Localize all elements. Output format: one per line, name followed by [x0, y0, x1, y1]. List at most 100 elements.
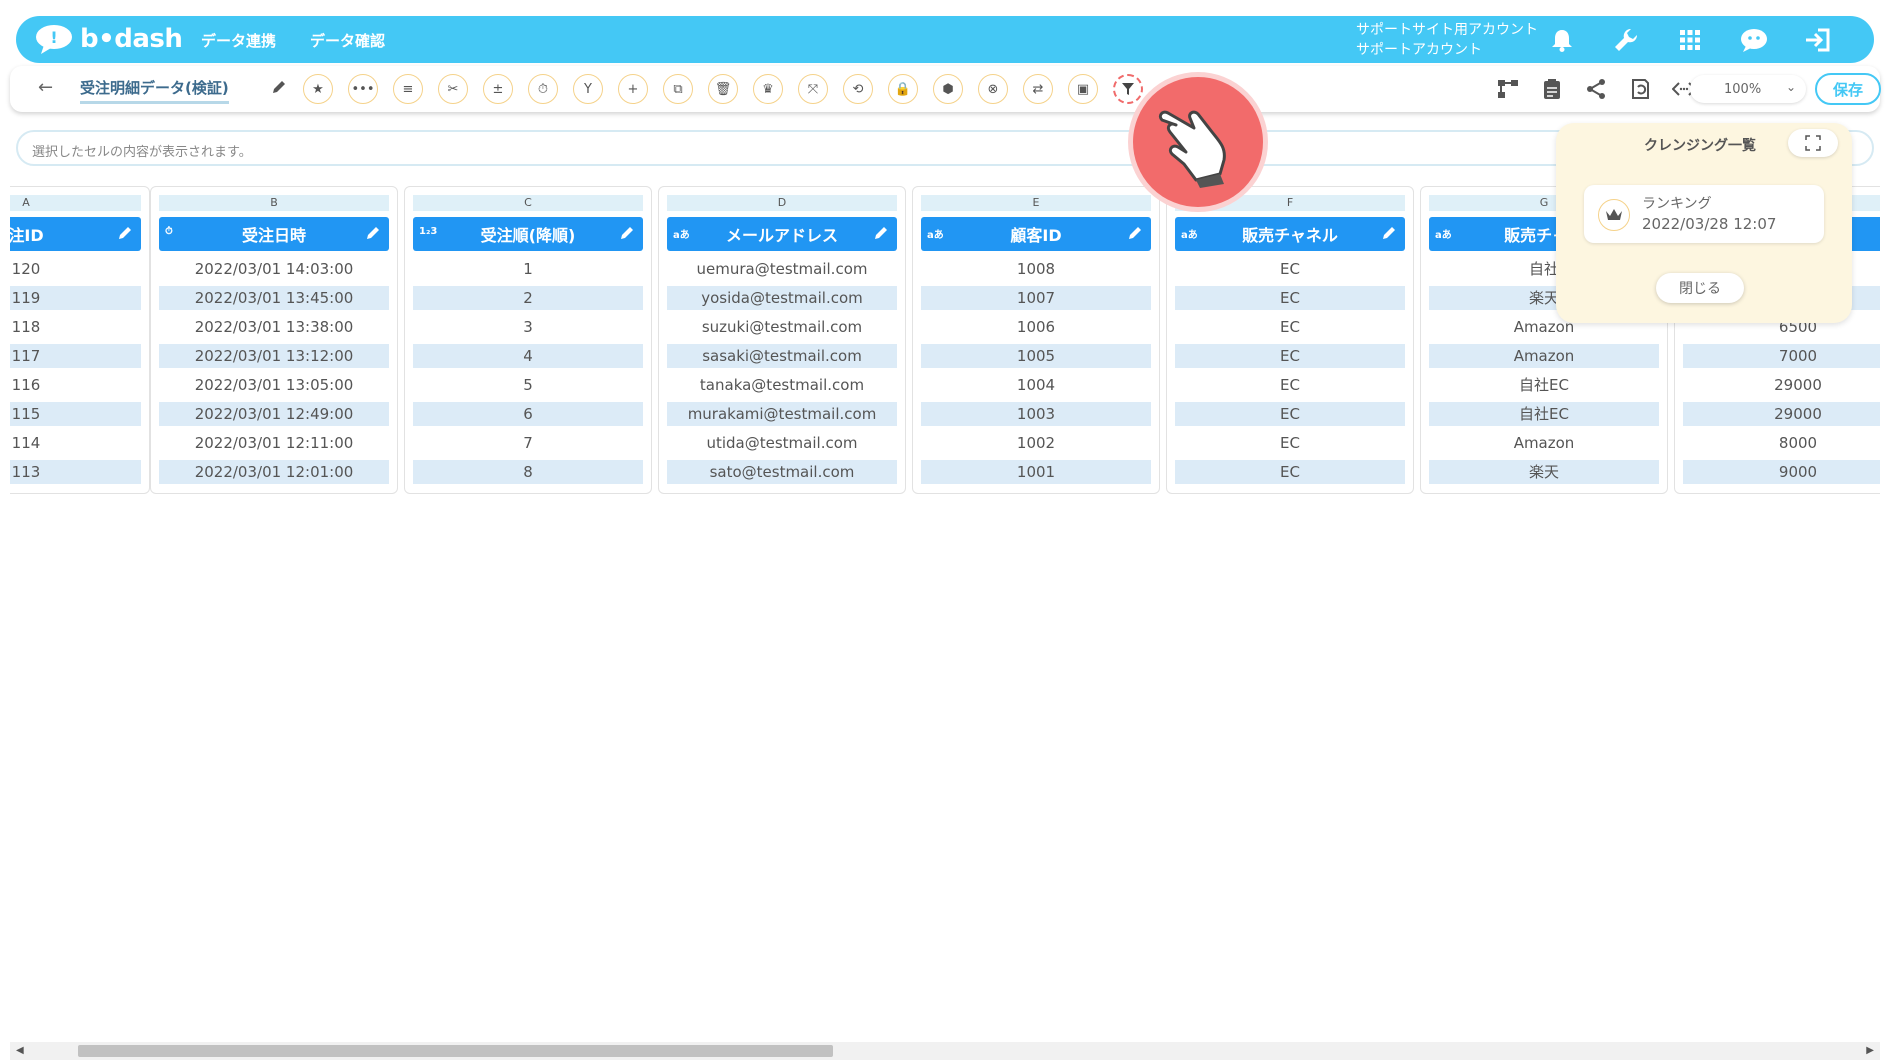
delete-icon[interactable]: 🗑	[708, 74, 738, 104]
table-cell[interactable]: 113	[10, 460, 141, 484]
table-cell[interactable]: EC	[1175, 344, 1405, 368]
table-cell[interactable]: 2022/03/01 12:11:00	[159, 431, 389, 455]
table-cell[interactable]: 1006	[921, 315, 1151, 339]
back-arrow-icon[interactable]: ←	[38, 77, 53, 98]
frame-icon[interactable]: ▣	[1068, 74, 1098, 104]
table-cell[interactable]: 1	[413, 257, 643, 281]
table-cell[interactable]: EC	[1175, 402, 1405, 426]
table-cell[interactable]: 120	[10, 257, 141, 281]
table-cell[interactable]: 2022/03/01 13:12:00	[159, 344, 389, 368]
edit-column-icon[interactable]	[1381, 225, 1397, 241]
table-cell[interactable]: 2022/03/01 12:01:00	[159, 460, 389, 484]
bdash-logo[interactable]: ! b•dash	[34, 23, 183, 55]
save-button[interactable]: 保存	[1815, 73, 1881, 105]
table-cell[interactable]: 114	[10, 431, 141, 455]
table-cell[interactable]: 118	[10, 315, 141, 339]
table-cell[interactable]: 119	[10, 286, 141, 310]
column-header[interactable]: 注ID	[10, 217, 141, 251]
fullscreen-button[interactable]	[1788, 129, 1838, 157]
table-cell[interactable]: yosida@testmail.com	[667, 286, 897, 310]
table-cell[interactable]: suzuki@testmail.com	[667, 315, 897, 339]
horizontal-scrollbar[interactable]: ◀ ▶	[10, 1042, 1880, 1060]
column-letter[interactable]: E	[921, 195, 1151, 211]
edit-column-icon[interactable]	[365, 225, 381, 241]
table-cell[interactable]: 8	[413, 460, 643, 484]
table-cell[interactable]: 2022/03/01 14:03:00	[159, 257, 389, 281]
table-cell[interactable]: uemura@testmail.com	[667, 257, 897, 281]
table-cell[interactable]: EC	[1175, 431, 1405, 455]
repeat-icon[interactable]: ⟲	[843, 74, 873, 104]
zoom-select[interactable]: 100% ⌄	[1690, 75, 1806, 103]
column-letter[interactable]: B	[159, 195, 389, 211]
edit-column-icon[interactable]	[1127, 225, 1143, 241]
scroll-right-icon[interactable]: ▶	[1866, 1045, 1874, 1056]
table-cell[interactable]: sasaki@testmail.com	[667, 344, 897, 368]
text-lines-icon[interactable]: ≡	[393, 74, 423, 104]
timer-icon[interactable]: ⏱	[528, 74, 558, 104]
table-cell[interactable]: 1008	[921, 257, 1151, 281]
table-cell[interactable]: 楽天	[1429, 460, 1659, 484]
table-cell[interactable]: 2022/03/01 13:45:00	[159, 286, 389, 310]
column-header[interactable]: ⏱ 受注日時	[159, 217, 389, 251]
table-cell[interactable]: 1002	[921, 431, 1151, 455]
table-cell[interactable]: Amazon	[1429, 344, 1659, 368]
support-chat-icon[interactable]	[1738, 24, 1770, 56]
table-cell[interactable]: 29000	[1683, 402, 1880, 426]
table-cell[interactable]: 115	[10, 402, 141, 426]
table-cell[interactable]: 116	[10, 373, 141, 397]
table-cell[interactable]: 9000	[1683, 460, 1880, 484]
expand-arrows-icon[interactable]: ⤧	[798, 74, 828, 104]
table-cell[interactable]: 1005	[921, 344, 1151, 368]
clipboard-icon[interactable]	[1539, 76, 1565, 102]
flow-chart-icon[interactable]	[1495, 76, 1521, 102]
lock-icon[interactable]: 🔒	[888, 74, 918, 104]
table-cell[interactable]: 4	[413, 344, 643, 368]
table-cell[interactable]: 5	[413, 373, 643, 397]
calculate-icon[interactable]: ±	[483, 74, 513, 104]
table-cell[interactable]: utida@testmail.com	[667, 431, 897, 455]
scrollbar-thumb[interactable]	[78, 1045, 833, 1057]
bell-icon[interactable]	[1546, 24, 1578, 56]
table-cell[interactable]: murakami@testmail.com	[667, 402, 897, 426]
nav-data-check[interactable]: データ確認	[310, 30, 385, 51]
table-cell[interactable]: 自社EC	[1429, 402, 1659, 426]
table-cell[interactable]: 7	[413, 431, 643, 455]
column-letter[interactable]: C	[413, 195, 643, 211]
edit-column-icon[interactable]	[619, 225, 635, 241]
table-cell[interactable]: 2022/03/01 12:49:00	[159, 402, 389, 426]
edit-column-icon[interactable]	[117, 225, 133, 241]
table-cell[interactable]: 7000	[1683, 344, 1880, 368]
cleansing-item[interactable]: ランキング 2022/03/28 12:07	[1584, 185, 1824, 243]
apps-grid-icon[interactable]	[1674, 24, 1706, 56]
column-header[interactable]: 1₂3 受注順(降順)	[413, 217, 643, 251]
table-cell[interactable]: 自社EC	[1429, 373, 1659, 397]
cancel-circle-icon[interactable]: ⊗	[978, 74, 1008, 104]
table-cell[interactable]: 1001	[921, 460, 1151, 484]
history-icon[interactable]	[1627, 76, 1653, 102]
edit-column-icon[interactable]	[873, 225, 889, 241]
account-info[interactable]: サポートサイト用アカウント サポートアカウント	[1356, 20, 1538, 60]
table-cell[interactable]: 2022/03/01 13:05:00	[159, 373, 389, 397]
wrench-icon[interactable]	[1610, 24, 1642, 56]
table-cell[interactable]: Amazon	[1429, 431, 1659, 455]
table-cell[interactable]: 29000	[1683, 373, 1880, 397]
table-cell[interactable]: 8000	[1683, 431, 1880, 455]
scissors-icon[interactable]: ✂	[438, 74, 468, 104]
favorite-star-icon[interactable]: ★	[303, 74, 333, 104]
table-cell[interactable]: EC	[1175, 373, 1405, 397]
logout-icon[interactable]	[1802, 24, 1834, 56]
table-cell[interactable]: 2022/03/01 13:38:00	[159, 315, 389, 339]
column-header[interactable]: aあ 顧客ID	[921, 217, 1151, 251]
table-cell[interactable]: 3	[413, 315, 643, 339]
table-cell[interactable]: 6	[413, 402, 643, 426]
table-cell[interactable]: EC	[1175, 286, 1405, 310]
table-cell[interactable]: EC	[1175, 315, 1405, 339]
share-icon[interactable]	[1583, 76, 1609, 102]
table-cell[interactable]: EC	[1175, 257, 1405, 281]
table-cell[interactable]: 2	[413, 286, 643, 310]
filter-icon[interactable]	[1113, 74, 1143, 104]
ranking-crown-icon[interactable]: ♛	[753, 74, 783, 104]
edit-title-icon[interactable]	[271, 79, 287, 95]
table-cell[interactable]: 1004	[921, 373, 1151, 397]
table-cell[interactable]: 1003	[921, 402, 1151, 426]
